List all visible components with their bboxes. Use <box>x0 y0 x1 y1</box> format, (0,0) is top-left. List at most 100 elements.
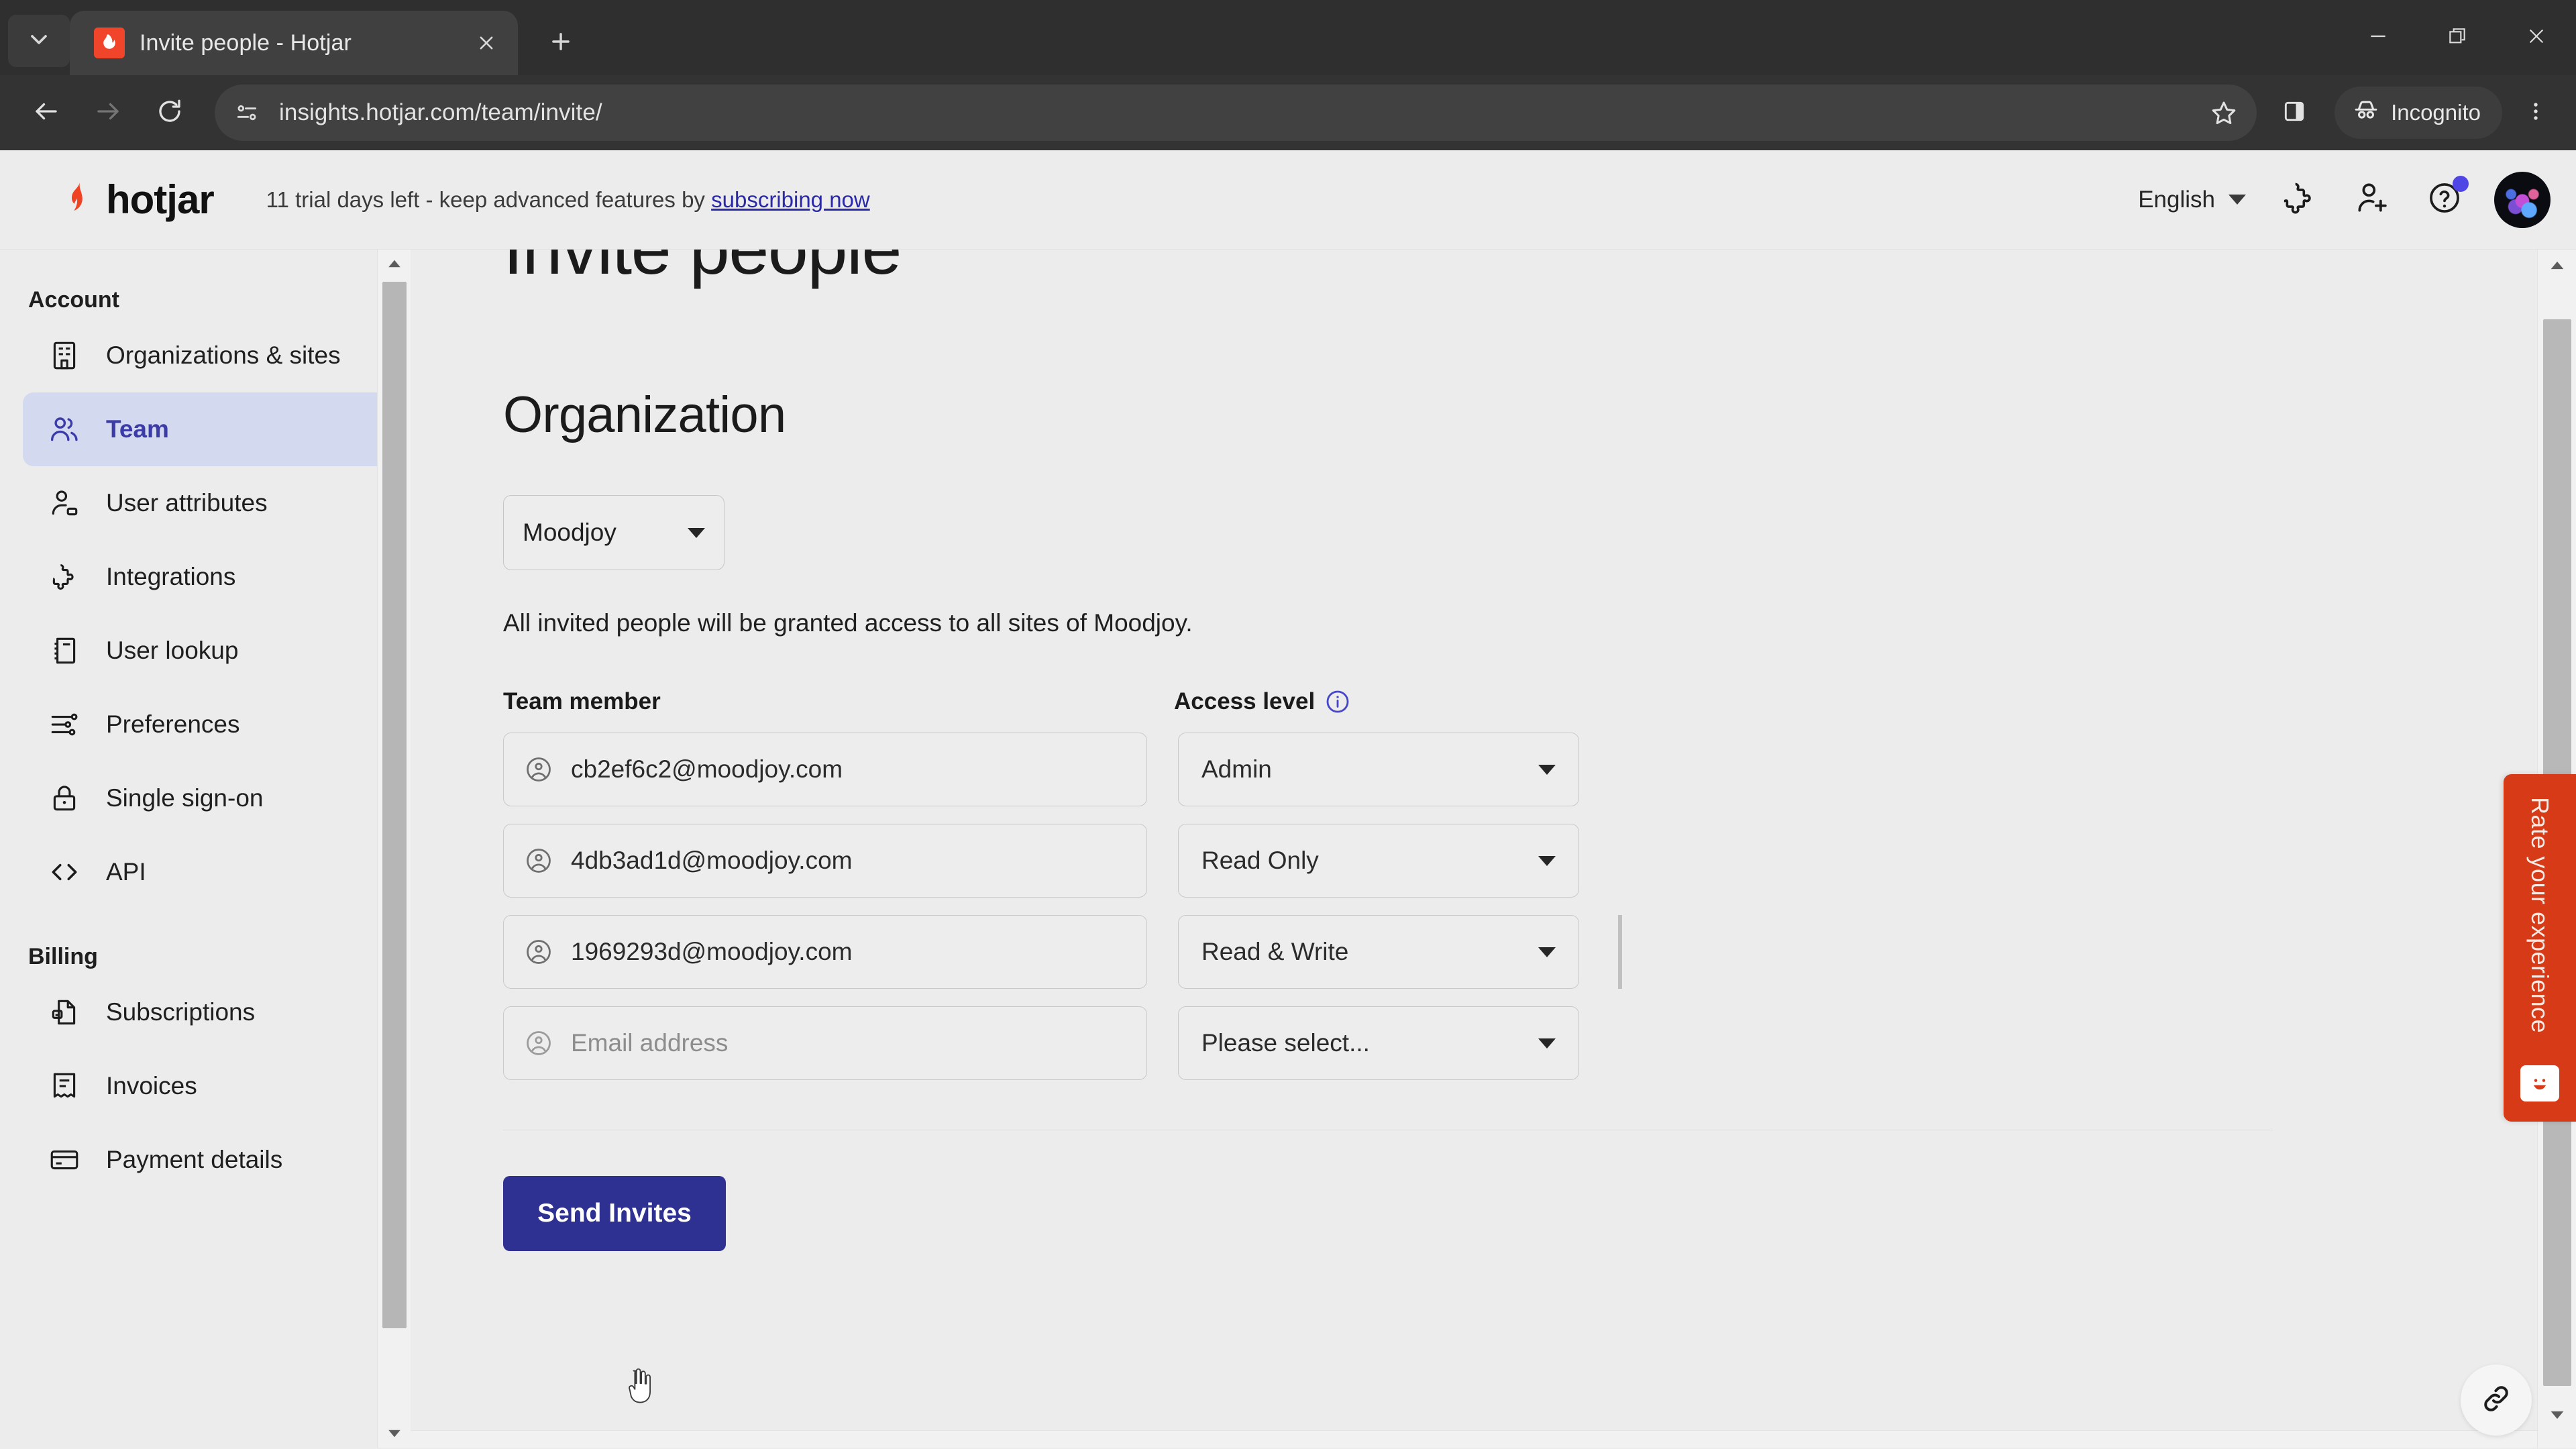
hotjar-favicon <box>94 28 125 58</box>
kebab-menu-icon <box>2524 100 2547 126</box>
code-brackets-icon <box>47 855 82 890</box>
sidebar-item-subscriptions[interactable]: Subscriptions <box>23 975 386 1049</box>
invite-row: 4db3ad1d@moodjoy.com Read Only <box>503 824 2576 898</box>
credit-card-icon <box>47 1142 82 1177</box>
receipt-icon <box>47 1069 82 1104</box>
reload-icon <box>156 97 184 129</box>
main-content: Invite people Organization Moodjoy All i… <box>411 250 2576 1448</box>
page-settings-icon[interactable] <box>224 90 270 136</box>
integrations-button[interactable] <box>2269 169 2330 231</box>
email-input-placeholder: Email address <box>571 1029 729 1057</box>
access-level-select-1[interactable]: Admin <box>1178 733 1579 807</box>
back-button[interactable] <box>17 84 75 142</box>
side-panel-button[interactable] <box>2267 86 2321 140</box>
access-level-select-4[interactable]: Please select... <box>1178 1006 1579 1081</box>
sidebar-item-label: User attributes <box>106 489 268 517</box>
browser-tab[interactable]: Invite people - Hotjar <box>70 11 518 75</box>
invite-user-button[interactable] <box>2341 169 2403 231</box>
caret-down-icon <box>1538 947 1556 957</box>
browser-toolbar: insights.hotjar.com/team/invite/ Incogni… <box>0 75 2576 150</box>
caret-up-icon[interactable] <box>378 250 411 278</box>
app-body: Account Organizations & sites Team User … <box>0 250 2576 1448</box>
copy-link-button[interactable] <box>2461 1364 2532 1436</box>
link-icon <box>2480 1383 2512 1418</box>
avatar[interactable] <box>2494 171 2551 228</box>
sidebar-item-label: Invoices <box>106 1072 197 1099</box>
sidebar-item-preferences[interactable]: Preferences <box>23 688 386 761</box>
close-window-button[interactable] <box>2497 0 2576 75</box>
new-tab-button[interactable] <box>535 17 586 68</box>
sidebar-scrollbar[interactable] <box>377 250 411 1448</box>
close-icon[interactable] <box>470 26 503 60</box>
email-input-3[interactable]: 1969293d@moodjoy.com <box>503 915 1147 989</box>
minimize-button[interactable] <box>2339 0 2418 75</box>
minimize-icon <box>2367 25 2389 50</box>
hotjar-logo[interactable]: hotjar <box>62 176 215 223</box>
tab-title: Invite people - Hotjar <box>140 30 352 56</box>
user-circle-icon <box>524 1028 553 1058</box>
url-text: insights.hotjar.com/team/invite/ <box>279 99 602 125</box>
window-controls <box>2339 0 2576 75</box>
user-tag-icon <box>47 486 82 521</box>
email-input-2[interactable]: 4db3ad1d@moodjoy.com <box>503 824 1147 898</box>
arrow-left-icon <box>32 97 60 129</box>
access-level-value: Please select... <box>1201 1029 1370 1057</box>
access-level-select-2[interactable]: Read Only <box>1178 824 1579 898</box>
sidebar-item-label: Subscriptions <box>106 998 256 1026</box>
sidebar-scrollbar-thumb[interactable] <box>382 282 407 1328</box>
address-bar[interactable]: insights.hotjar.com/team/invite/ <box>215 85 2257 141</box>
sliders-icon <box>47 707 82 742</box>
caret-up-icon[interactable] <box>2538 250 2576 280</box>
forward-button[interactable] <box>79 84 137 142</box>
caret-down-icon <box>1538 1038 1556 1049</box>
mouse-cursor <box>624 1367 653 1407</box>
sidebar-item-invoices[interactable]: Invoices <box>23 1049 386 1123</box>
send-invites-button[interactable]: Send Invites <box>503 1176 726 1252</box>
incognito-icon <box>2352 96 2380 129</box>
horizontal-scrollbar[interactable] <box>411 1430 2576 1448</box>
rate-experience-tab[interactable]: Rate your experience <box>2504 774 2576 1122</box>
lock-icon <box>47 781 82 816</box>
access-level-value: Read & Write <box>1201 938 1349 966</box>
email-input-value: cb2ef6c2@moodjoy.com <box>571 755 843 784</box>
column-header-team-member: Team member <box>503 688 661 715</box>
caret-down-icon[interactable] <box>378 1419 411 1448</box>
id-card-icon <box>47 633 82 668</box>
caret-down-icon[interactable] <box>2538 1399 2576 1430</box>
sidebar-group-account: Account <box>28 287 119 313</box>
trial-text: 11 trial days left - keep advanced featu… <box>266 186 712 212</box>
sidebar-item-integrations[interactable]: Integrations <box>23 540 386 614</box>
sidebar-item-organizations-sites[interactable]: Organizations & sites <box>23 319 386 392</box>
access-level-select-3[interactable]: Read & Write <box>1178 915 1579 989</box>
user-plus-icon <box>2353 179 2391 220</box>
sidebar-item-api[interactable]: API <box>23 835 386 909</box>
tab-search-button[interactable] <box>8 15 70 67</box>
subscribe-link[interactable]: subscribing now <box>711 187 870 212</box>
sidebar-item-label: User lookup <box>106 637 239 664</box>
incognito-indicator[interactable]: Incognito <box>2334 87 2502 139</box>
organization-select[interactable]: Moodjoy <box>503 495 724 571</box>
invite-row: cb2ef6c2@moodjoy.com Admin <box>503 733 2576 807</box>
email-input-4[interactable]: Email address <box>503 1006 1147 1081</box>
language-selector[interactable]: English <box>2126 186 2258 213</box>
info-circle-icon[interactable] <box>1324 688 1351 715</box>
building-icon <box>47 338 82 373</box>
sidebar-item-single-sign-on[interactable]: Single sign-on <box>23 761 386 835</box>
sidebar-item-user-lookup[interactable]: User lookup <box>23 614 386 688</box>
sidebar-item-team[interactable]: Team <box>23 392 386 466</box>
reload-button[interactable] <box>141 84 199 142</box>
star-icon[interactable] <box>2200 89 2247 136</box>
help-button[interactable] <box>2414 169 2475 231</box>
chevron-down-icon <box>25 26 52 56</box>
users-icon <box>47 412 82 447</box>
arrow-right-icon <box>94 97 122 129</box>
access-level-value: Admin <box>1201 755 1272 784</box>
sidebar-item-payment-details[interactable]: Payment details <box>23 1123 386 1197</box>
maximize-button[interactable] <box>2418 0 2497 75</box>
sidebar: Account Organizations & sites Team User … <box>0 250 411 1448</box>
browser-menu-button[interactable] <box>2510 86 2561 140</box>
section-title: Organization <box>503 386 786 444</box>
sidebar-item-label: Preferences <box>106 710 240 738</box>
sidebar-item-user-attributes[interactable]: User attributes <box>23 466 386 540</box>
email-input-1[interactable]: cb2ef6c2@moodjoy.com <box>503 733 1147 807</box>
